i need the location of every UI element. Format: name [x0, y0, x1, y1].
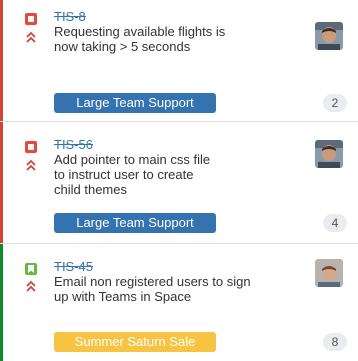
issue-card[interactable]: TIS-56 Add pointer to main css file to i…: [0, 122, 358, 244]
estimate-badge: 2: [323, 94, 347, 112]
card-color-stripe: [0, 0, 3, 122]
issue-key-link[interactable]: TIS-56: [54, 137, 93, 152]
card-color-stripe: [0, 244, 3, 361]
issue-summary: Add pointer to main css file to instruct…: [54, 152, 211, 197]
priority-highest-icon: [26, 280, 36, 292]
issue-summary: Requesting available flights is now taki…: [54, 24, 226, 54]
issue-key-link[interactable]: TIS-45: [54, 259, 93, 274]
assignee-avatar[interactable]: [315, 140, 343, 168]
issue-key-link[interactable]: TIS-8: [54, 9, 86, 24]
estimate-badge: 8: [323, 333, 347, 351]
epic-label[interactable]: Summer Saturn Sale: [54, 332, 216, 352]
epic-label[interactable]: Large Team Support: [54, 93, 216, 113]
estimate-badge: 4: [323, 214, 347, 232]
issue-summary: Email non registered users to sign up wi…: [54, 274, 251, 304]
story-icon: [25, 263, 37, 275]
card-color-stripe: [0, 122, 3, 244]
bug-icon: [25, 13, 37, 25]
priority-highest-icon: [26, 31, 36, 43]
issue-card[interactable]: TIS-45 Email non registered users to sig…: [0, 244, 358, 361]
epic-label[interactable]: Large Team Support: [54, 213, 216, 233]
issue-card[interactable]: TIS-8 Requesting available flights is no…: [0, 0, 358, 122]
bug-icon: [25, 141, 37, 153]
assignee-avatar[interactable]: [315, 22, 343, 50]
assignee-avatar[interactable]: [315, 259, 343, 287]
priority-highest-icon: [26, 159, 36, 171]
